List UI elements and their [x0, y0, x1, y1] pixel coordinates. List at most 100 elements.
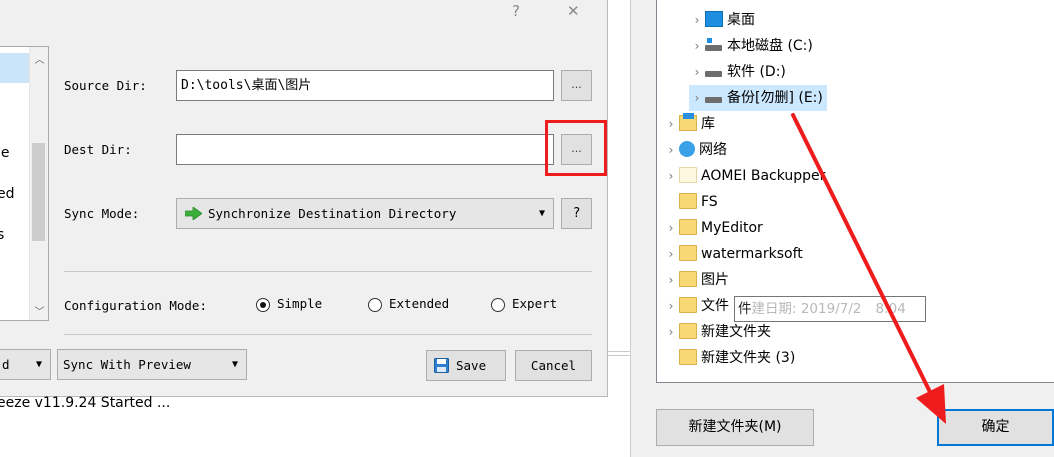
- sync-dialog: ? ✕ le ed s ︿ ﹀ Source Dir: D:\tools\桌面\…: [0, 0, 608, 397]
- tooltip: 件建日期: 2019/7/2 8:04: [734, 296, 926, 322]
- source-dir-label: Source Dir:: [64, 78, 147, 93]
- folder-icon: [679, 323, 697, 339]
- radio-label: Expert: [512, 296, 558, 311]
- folder-blank-icon: [679, 167, 697, 183]
- separator: [64, 271, 592, 272]
- sync-mode-help-button[interactable]: ?: [561, 198, 592, 229]
- save-icon: [434, 358, 449, 373]
- tree-item-label: 图片: [701, 272, 729, 288]
- chevron-down-icon: ▼: [538, 208, 545, 219]
- radio-circle[interactable]: [368, 298, 382, 312]
- chevron-right-icon[interactable]: ›: [689, 7, 705, 33]
- tree-item[interactable]: › watermarksoft: [663, 241, 803, 267]
- folder-icon: [679, 193, 697, 209]
- drive-icon: [705, 89, 723, 105]
- highlight-box: [545, 120, 607, 176]
- desktop-icon: [705, 11, 723, 27]
- chevron-right-icon[interactable]: ›: [689, 59, 705, 85]
- tooltip-overlap: 件: [738, 301, 752, 317]
- chevron-right-icon[interactable]: ›: [663, 319, 679, 345]
- sync-mode-value: Synchronize Destination Directory: [208, 206, 457, 221]
- folder-icon: [679, 271, 697, 287]
- window-divider: [608, 351, 630, 356]
- tree-item[interactable]: › 库: [663, 111, 715, 137]
- radio-label: Simple: [277, 296, 323, 311]
- tree-item[interactable]: › MyEditor: [663, 215, 763, 241]
- save-button[interactable]: Save: [426, 350, 506, 381]
- tree-item-label: 库: [701, 116, 715, 132]
- sync-mode-label: Sync Mode:: [64, 206, 140, 221]
- chevron-right-icon[interactable]: ›: [663, 111, 679, 137]
- tree-item-label: 网络: [699, 142, 727, 158]
- chevron-right-icon[interactable]: ›: [663, 241, 679, 267]
- radio-circle[interactable]: [256, 298, 270, 312]
- tooltip-text: 建日期: 2019/7/2: [751, 301, 862, 317]
- chevron-right-icon[interactable]: ›: [663, 137, 679, 163]
- green-arrow-icon: [185, 207, 202, 220]
- tree-item[interactable]: › 网络: [663, 137, 727, 163]
- scrollbar-thumb[interactable]: [32, 143, 45, 241]
- folder-icon: [679, 349, 697, 365]
- profile-list-item[interactable]: ed: [0, 186, 15, 202]
- tree-item[interactable]: › 图片: [663, 267, 729, 293]
- mode-select[interactable]: d ▼: [0, 349, 51, 380]
- source-dir-browse-button[interactable]: ...: [561, 70, 592, 101]
- tree-item[interactable]: › AOMEI Backupper: [663, 163, 825, 189]
- log-line: eeze v11.9.24 Started ...: [0, 395, 171, 411]
- tree-item[interactable]: FS: [663, 189, 718, 215]
- new-folder-button[interactable]: 新建文件夹(M): [656, 409, 814, 446]
- profile-list-scrollbar[interactable]: ︿ ﹀: [29, 47, 48, 320]
- drive-icon: [705, 63, 723, 79]
- chevron-right-icon[interactable]: ›: [663, 293, 679, 319]
- tree-item[interactable]: › 本地磁盘 (C:): [689, 33, 813, 59]
- mode-select-value: d: [2, 357, 10, 372]
- tree-item-label: 桌面: [727, 12, 755, 28]
- sync-mode-select[interactable]: Synchronize Destination Directory ▼: [176, 198, 554, 229]
- preview-select[interactable]: Sync With Preview ▼: [57, 349, 247, 380]
- folder-icon: [679, 245, 697, 261]
- chevron-right-icon[interactable]: ›: [663, 267, 679, 293]
- chevron-down-icon: ▼: [231, 359, 238, 370]
- chevron-right-icon[interactable]: ›: [663, 215, 679, 241]
- tree-item[interactable]: 新建文件夹 (3): [663, 345, 795, 371]
- chevron-right-icon[interactable]: ›: [689, 85, 705, 111]
- chevron-right-icon[interactable]: ›: [689, 33, 705, 59]
- profile-list-selection: [0, 53, 29, 83]
- tree-item-label: 本地磁盘 (C:): [727, 38, 813, 54]
- profile-list[interactable]: le ed s ︿ ﹀: [0, 46, 49, 321]
- chevron-down-icon: ▼: [35, 359, 42, 370]
- scroll-up-icon[interactable]: ︿: [30, 51, 48, 66]
- radio-label: Extended: [389, 296, 450, 311]
- chevron-right-icon[interactable]: ›: [663, 163, 679, 189]
- source-dir-input[interactable]: D:\tools\桌面\图片: [176, 70, 554, 101]
- dest-dir-input[interactable]: [176, 134, 554, 165]
- save-label: Save: [456, 358, 487, 373]
- profile-list-item[interactable]: s: [0, 227, 4, 243]
- tree-item-label: watermarksoft: [701, 246, 803, 262]
- folder-browse-dialog: › 桌面 › 本地磁盘 (C:) › 软件 (D:) › 备份[勿删] (E:) › 库 › 网络 › A…: [630, 0, 1054, 457]
- tree-item-label: 新建文件夹: [701, 324, 771, 340]
- profile-list-item[interactable]: le: [0, 145, 10, 161]
- config-mode-label: Configuration Mode:: [64, 298, 207, 313]
- folder-tree[interactable]: › 桌面 › 本地磁盘 (C:) › 软件 (D:) › 备份[勿删] (E:) › 库 › 网络 › A…: [656, 0, 1054, 383]
- help-title-button[interactable]: ?: [512, 0, 520, 22]
- tree-item[interactable]: › 文件: [663, 293, 729, 319]
- ok-button[interactable]: 确定: [937, 409, 1054, 446]
- tree-item-label: AOMEI Backupper: [701, 168, 826, 184]
- tree-item[interactable]: › 新建文件夹: [663, 319, 771, 345]
- network-icon: [679, 141, 695, 157]
- scroll-down-icon[interactable]: ﹀: [30, 303, 48, 318]
- folder-icon: [679, 297, 697, 313]
- tree-item-label: 软件 (D:): [727, 64, 786, 80]
- drive-c-icon: [705, 37, 723, 53]
- tree-item-label: 新建文件夹 (3): [701, 350, 796, 366]
- radio-circle[interactable]: [491, 298, 505, 312]
- cancel-button[interactable]: Cancel: [515, 350, 592, 381]
- tree-item-label: 文件: [701, 298, 729, 314]
- tree-item[interactable]: › 软件 (D:): [689, 59, 786, 85]
- tree-item[interactable]: › 备份[勿删] (E:): [689, 85, 827, 111]
- close-title-button[interactable]: ✕: [567, 0, 580, 22]
- tree-item[interactable]: › 桌面: [689, 7, 755, 33]
- tooltip-tail: 8:04: [875, 301, 906, 317]
- dest-dir-label: Dest Dir:: [64, 142, 132, 157]
